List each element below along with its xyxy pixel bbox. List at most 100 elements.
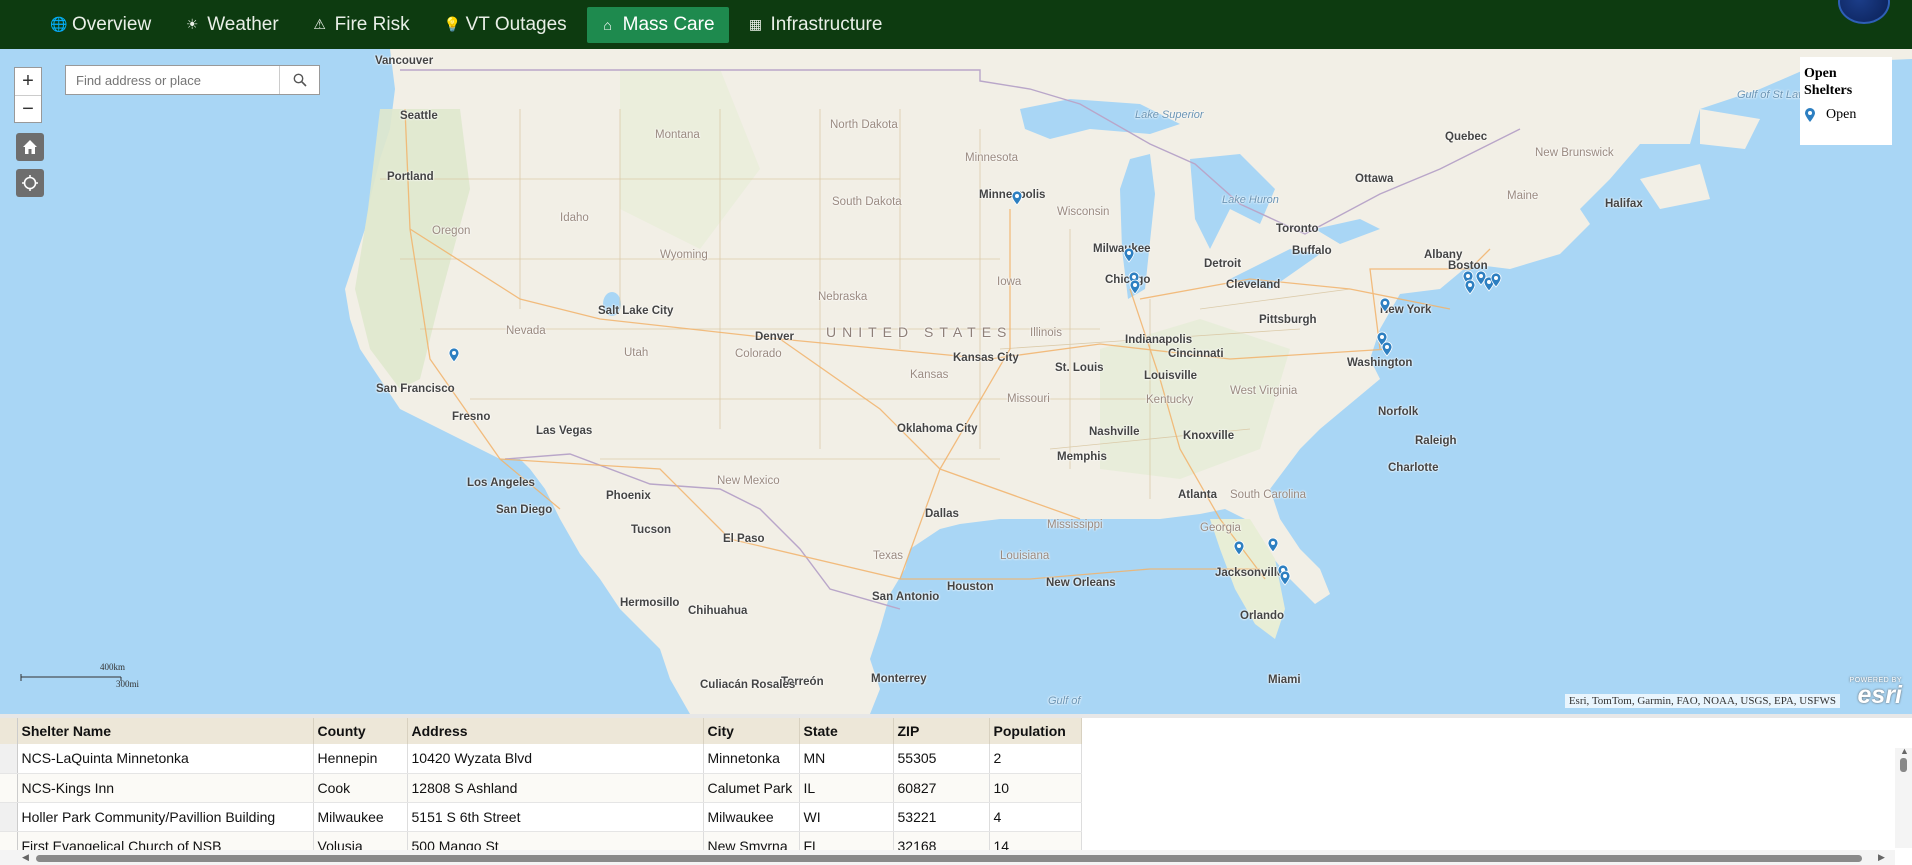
tab-label: Fire Risk <box>334 13 410 35</box>
tab-mass-care[interactable]: ⌂ Mass Care <box>586 6 729 43</box>
city-label: San Diego <box>496 504 553 516</box>
map-attribution: Esri, TomTom, Garmin, FAO, NOAA, USGS, E… <box>1564 694 1840 708</box>
zoom-in-button[interactable]: + <box>15 68 41 95</box>
table-cell: MN <box>799 744 894 774</box>
scale-mi-label: 300mi <box>116 679 140 689</box>
tab-weather[interactable]: ☀ Weather <box>171 7 292 43</box>
region-label: Mississippi <box>1047 519 1103 531</box>
city-label: Atlanta <box>1178 489 1217 501</box>
city-label: Hermosillo <box>620 597 680 609</box>
map-legend: Open Shelters Open <box>1800 57 1892 145</box>
city-label: Norfolk <box>1378 406 1419 418</box>
column-header[interactable]: County <box>313 718 408 744</box>
vertical-scroll-thumb[interactable] <box>1900 758 1907 772</box>
water-label: Gulf of <box>1048 695 1081 707</box>
tab-label: VT Outages <box>465 13 567 35</box>
city-label: Los Angeles <box>467 477 535 489</box>
city-label: Miami <box>1268 674 1301 686</box>
region-label: Iowa <box>997 276 1022 288</box>
city-label: Vancouver <box>375 55 434 67</box>
city-label: Las Vegas <box>536 425 593 437</box>
table-cell: 5151 S 6th Street <box>407 802 704 832</box>
globe-icon: 🌐 <box>50 16 68 32</box>
column-header[interactable]: Address <box>407 718 704 744</box>
region-label: New Mexico <box>717 475 780 487</box>
region-label: Wisconsin <box>1057 206 1110 218</box>
home-icon: ⌂ <box>603 16 612 33</box>
city-label: Oklahoma City <box>897 423 978 435</box>
city-label: Detroit <box>1204 258 1242 270</box>
zoom-out-button[interactable]: − <box>15 95 41 122</box>
tab-overview[interactable]: 🌐 Overview <box>36 7 165 43</box>
tab-label: Weather <box>207 13 279 35</box>
scroll-left-icon[interactable]: ◀ <box>22 852 29 863</box>
tab-infrastructure[interactable]: ▦ Infrastructure <box>735 7 897 43</box>
region-label: Missouri <box>1007 393 1050 405</box>
table-row[interactable]: Holler Park Community/Pavillion Building… <box>0 802 1082 832</box>
city-label: Kansas City <box>953 352 1019 364</box>
table-cell: WI <box>799 802 894 832</box>
table-row[interactable]: NCS-Kings Inn Cook 12808 S Ashland Calumet … <box>0 773 1082 803</box>
shelter-pin-icon[interactable] <box>1379 297 1391 313</box>
horizontal-scroll-thumb[interactable] <box>36 855 1862 862</box>
shelter-pin-icon[interactable] <box>1233 540 1245 556</box>
city-label: Pittsburgh <box>1259 314 1317 326</box>
search-input[interactable] <box>66 66 279 94</box>
row-selector[interactable] <box>0 773 18 803</box>
city-label: Halifax <box>1605 198 1643 210</box>
city-label: Houston <box>947 581 994 593</box>
column-header[interactable]: Shelter Name <box>17 718 314 744</box>
table-cell: 4 <box>989 802 1082 832</box>
sun-icon: ☀ <box>185 16 199 32</box>
shelter-pin-icon[interactable] <box>1267 537 1279 553</box>
city-label: Chihuahua <box>688 605 748 617</box>
esri-logo[interactable]: POWERED BY esri <box>1850 677 1902 708</box>
row-selector[interactable] <box>0 802 18 832</box>
shelter-pin-icon[interactable] <box>1011 190 1023 206</box>
map-view[interactable]: Vancouver Seattle Portland San Francisco Fre… <box>0 49 1912 714</box>
vertical-scrollbar[interactable]: ▲ <box>1895 746 1912 848</box>
horizontal-scrollbar[interactable]: ◀ ▶ <box>0 850 1895 865</box>
region-label: Nevada <box>506 325 546 337</box>
column-header[interactable]: City <box>703 718 800 744</box>
shelter-pin-icon[interactable] <box>1381 341 1393 357</box>
region-label: Georgia <box>1200 522 1241 534</box>
shelter-pin-icon[interactable] <box>448 347 460 363</box>
column-header[interactable]: State <box>799 718 894 744</box>
shelter-table: Shelter Name County Address City State ZIP Pop… <box>0 718 1082 861</box>
table-cell: 55305 <box>893 744 990 774</box>
region-label: Illinois <box>1030 327 1062 339</box>
shelter-pin-icon[interactable] <box>1123 247 1135 263</box>
zoom-controls: + − <box>14 67 42 123</box>
city-label: Phoenix <box>606 490 651 502</box>
city-label: Monterrey <box>871 673 927 685</box>
city-label: New Orleans <box>1046 577 1116 589</box>
home-button[interactable] <box>16 133 44 161</box>
region-label: Minnesota <box>965 152 1019 164</box>
tab-vt-outages[interactable]: 💡 VT Outages <box>430 7 581 43</box>
locate-button[interactable] <box>16 169 44 197</box>
city-label: Portland <box>387 171 434 183</box>
scroll-right-icon[interactable]: ▶ <box>1878 852 1885 863</box>
table-cell: NCS-Kings Inn <box>17 773 314 803</box>
scale-km-label: 400km <box>100 662 126 672</box>
water-label: Lake Huron <box>1222 194 1279 206</box>
column-header[interactable]: ZIP <box>893 718 990 744</box>
tab-label: Infrastructure <box>770 13 883 35</box>
region-label: Montana <box>655 129 700 141</box>
tab-fire-risk[interactable]: ⚠ Fire Risk <box>299 7 424 43</box>
table-cell: Cook <box>313 773 408 803</box>
scroll-up-icon[interactable]: ▲ <box>1900 746 1909 756</box>
region-label: West Virginia <box>1230 385 1298 397</box>
search-button[interactable] <box>279 66 319 94</box>
shelter-pin-icon[interactable] <box>1490 272 1502 288</box>
table-cell: 10420 Wyzata Blvd <box>407 744 704 774</box>
region-label: Maine <box>1507 190 1539 202</box>
table-row[interactable]: NCS-LaQuinta Minnetonka Hennepin 10420 Wyz… <box>0 744 1082 774</box>
city-label: Denver <box>755 331 794 343</box>
column-header[interactable]: Population <box>989 718 1082 744</box>
city-label: Culiacán Rosales <box>700 679 796 691</box>
row-selector[interactable] <box>0 744 18 774</box>
shelter-pin-icon[interactable] <box>1129 279 1141 295</box>
shelter-pin-icon[interactable] <box>1279 570 1291 586</box>
